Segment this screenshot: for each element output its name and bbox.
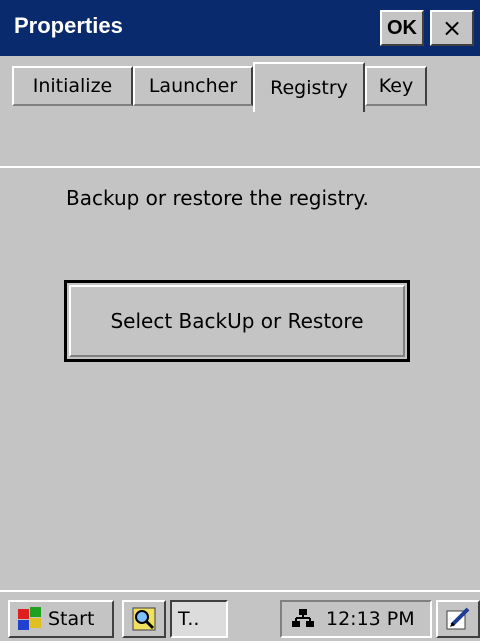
magnifier-icon [132, 607, 156, 631]
start-button[interactable]: Start [8, 600, 114, 638]
windows-flag-icon [16, 607, 42, 631]
button-face: Select BackUp or Restore [69, 285, 405, 357]
quick-launch-button[interactable] [122, 600, 166, 638]
close-button[interactable]: × [430, 10, 474, 46]
button-label: Select BackUp or Restore [110, 309, 364, 333]
registry-panel: Backup or restore the registry. Select B… [0, 112, 480, 590]
tab-registry[interactable]: Registry [253, 62, 365, 112]
tab-launcher[interactable]: Launcher [133, 66, 253, 106]
window-title: Properties [14, 13, 123, 38]
tab-divider [0, 166, 480, 168]
app-window: Properties OK × Initialize Launcher Regi… [0, 0, 480, 641]
pen-icon [446, 607, 470, 630]
input-panel-button[interactable] [436, 600, 480, 638]
taskbar: Start T.. 12:13 PM [0, 590, 480, 641]
tab-strip: Initialize Launcher Registry Key [0, 56, 480, 168]
select-backup-restore-button[interactable]: Select BackUp or Restore [64, 280, 410, 362]
tab-initialize[interactable]: Initialize [12, 66, 133, 106]
task-label: T.. [178, 608, 200, 630]
ok-button[interactable]: OK [380, 10, 424, 46]
network-icon[interactable] [290, 607, 316, 631]
start-label: Start [48, 608, 95, 630]
taskbar-task-button[interactable]: T.. [170, 600, 228, 638]
tab-key[interactable]: Key [365, 66, 427, 106]
clock[interactable]: 12:13 PM [326, 608, 415, 630]
system-tray: 12:13 PM [280, 600, 432, 638]
registry-message: Backup or restore the registry. [66, 186, 369, 210]
title-bar: Properties OK × [0, 0, 480, 56]
